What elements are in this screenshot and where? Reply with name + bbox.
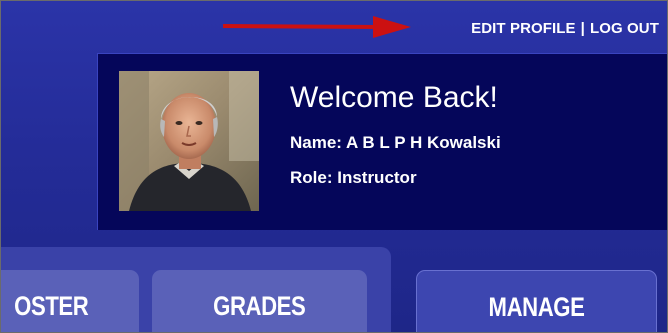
user-role: Role: Instructor xyxy=(290,168,417,187)
link-separator: | xyxy=(580,20,585,37)
red-arrow-annotation xyxy=(223,16,411,38)
welcome-panel: Welcome Back! Name: A B L P H Kowalski R… xyxy=(97,53,667,230)
edit-profile-link[interactable]: EDIT PROFILE xyxy=(471,20,576,37)
tab-grades-label: GRADES xyxy=(213,291,306,321)
tab-manage[interactable]: MANAGE xyxy=(416,270,657,332)
tab-roster-label: OSTER xyxy=(14,291,90,321)
app-frame: EDIT PROFILE | LOG OUT Welcome Back! Nam… xyxy=(0,0,668,333)
user-name: Name: A B L P H Kowalski xyxy=(290,133,501,152)
tab-grades[interactable]: GRADES xyxy=(152,270,367,332)
account-links: EDIT PROFILE | LOG OUT xyxy=(471,20,659,37)
welcome-title: Welcome Back! xyxy=(290,81,498,114)
tab-manage-label: MANAGE xyxy=(488,292,585,322)
user-photo-icon xyxy=(119,71,259,211)
tab-roster[interactable]: OSTER xyxy=(1,270,139,332)
avatar xyxy=(119,71,259,211)
logout-link[interactable]: LOG OUT xyxy=(590,20,659,37)
